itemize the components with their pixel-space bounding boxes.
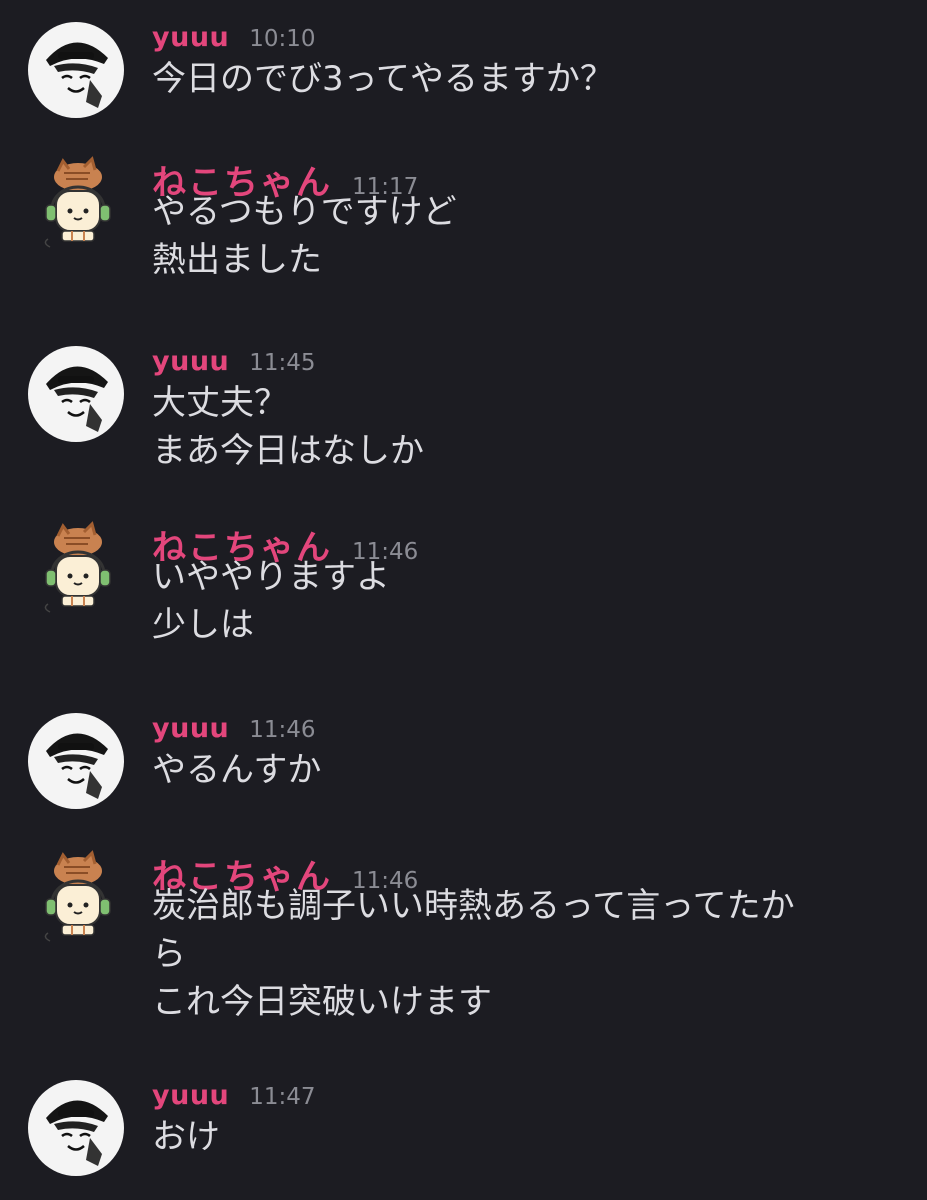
yuuu-avatar-icon[interactable]: [28, 713, 124, 809]
neko-avatar-icon[interactable]: [28, 155, 124, 251]
message-line: おけ: [152, 1117, 220, 1157]
author-name[interactable]: yuuu: [152, 346, 229, 377]
message-body: 大丈夫？ まあ今日はなしか: [152, 379, 872, 475]
message-line: 今日のでび3ってやるますか？: [152, 59, 614, 99]
message-body: おけ: [152, 1113, 872, 1161]
message-line: 炭治郎も調子いい時熱あるって言ってたか: [152, 886, 795, 926]
message-timestamp: 11:47: [249, 1084, 316, 1110]
message-body: やるつもりですけど 熱出ました: [152, 188, 872, 284]
message-body: 炭治郎も調子いい時熱あるって言ってたか ら これ今日突破いけます: [152, 882, 872, 1026]
message-timestamp: 10:10: [249, 26, 316, 52]
message-body: いややりますよ 少しは: [152, 553, 872, 649]
neko-avatar-icon[interactable]: [28, 520, 124, 616]
message-timestamp: 11:45: [249, 350, 316, 376]
message-line: まあ今日はなしか: [152, 431, 424, 471]
message-line: 少しは: [152, 605, 254, 645]
message-line: やるんすか: [152, 750, 322, 790]
message-line: やるつもりですけど: [152, 192, 457, 232]
message-line: 熱出ました: [152, 240, 322, 280]
author-name[interactable]: yuuu: [152, 1080, 229, 1111]
message-timestamp: 11:46: [249, 717, 316, 743]
message-body: やるんすか: [152, 746, 872, 794]
message-line: これ今日突破いけます: [152, 982, 492, 1022]
neko-avatar-icon[interactable]: [28, 849, 124, 945]
yuuu-avatar-icon[interactable]: [28, 1080, 124, 1176]
author-name[interactable]: yuuu: [152, 713, 229, 744]
author-name[interactable]: yuuu: [152, 22, 229, 53]
message-line: ら: [152, 934, 186, 974]
message-body: 今日のでび3ってやるますか？: [152, 55, 872, 103]
message-line: 大丈夫？: [152, 383, 288, 423]
message-line: いややりますよ: [152, 557, 390, 597]
yuuu-avatar-icon[interactable]: [28, 22, 124, 118]
chat-log: yuuu 10:10 今日のでび3ってやるますか？ ねこちゃん 11:17 やる…: [0, 0, 927, 1200]
yuuu-avatar-icon[interactable]: [28, 346, 124, 442]
